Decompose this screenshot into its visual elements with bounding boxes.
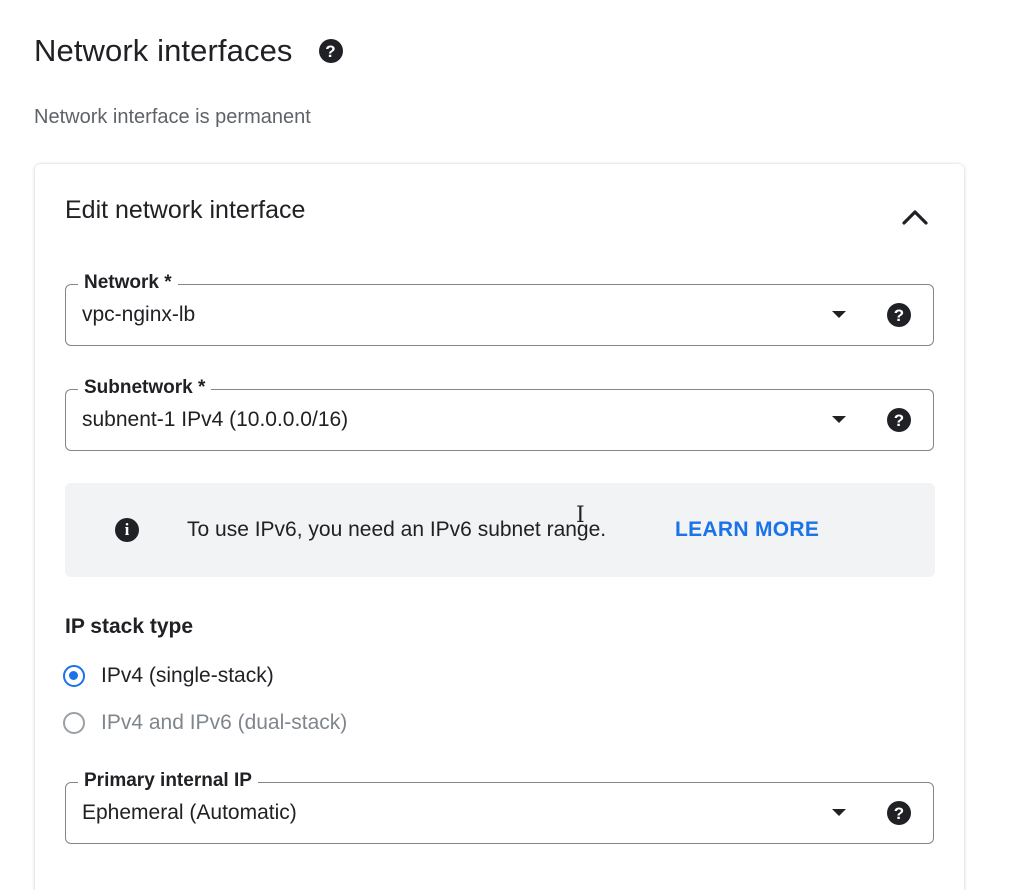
primary-ip-value: Ephemeral (Automatic) [82, 801, 297, 824]
network-label: Network * [78, 272, 178, 294]
caret-down-icon[interactable] [832, 311, 846, 318]
radio-label: IPv4 (single-stack) [101, 664, 274, 687]
collapse-button[interactable] [895, 199, 935, 235]
card-title: Edit network interface [65, 196, 306, 224]
text-cursor-icon: I [576, 503, 585, 528]
network-value: vpc-nginx-lb [82, 303, 196, 326]
primary-ip-label: Primary internal IP [78, 770, 258, 792]
help-icon[interactable]: ? [887, 408, 911, 432]
page: Network interfaces ? Network interface i… [0, 0, 1016, 890]
radio-label: IPv4 and IPv6 (dual-stack) [101, 711, 348, 734]
caret-down-icon[interactable] [832, 416, 846, 423]
primary-internal-ip-select[interactable]: Primary internal IP Ephemeral (Automatic… [65, 770, 934, 844]
help-icon[interactable]: ? [318, 39, 343, 63]
help-icon[interactable]: ? [887, 801, 911, 825]
learn-more-link[interactable]: LEARN MORE [675, 518, 819, 542]
ipv6-info-banner: i To use IPv6, you need an IPv6 subnet r… [65, 483, 935, 577]
help-icon[interactable]: ? [887, 303, 911, 327]
radio-ipv4-single-stack[interactable]: IPv4 (single-stack) [63, 664, 274, 688]
subnetwork-label: Subnetwork * [78, 377, 212, 399]
radio-ipv4-ipv6-dual-stack[interactable]: IPv4 and IPv6 (dual-stack) [63, 711, 347, 735]
radio-button-checked[interactable] [63, 665, 85, 687]
chevron-up-icon [902, 210, 928, 225]
section-title: Network interfaces [34, 33, 293, 68]
caret-down-icon[interactable] [832, 809, 846, 816]
subnetwork-select[interactable]: Subnetwork * subnent-1 IPv4 (10.0.0.0/16… [65, 377, 934, 451]
radio-button-unchecked[interactable] [63, 712, 85, 734]
network-select[interactable]: Network * vpc-nginx-lb ? [65, 272, 934, 346]
section-header: Network interfaces ? [34, 33, 343, 69]
info-icon: i [115, 518, 139, 542]
section-subtitle: Network interface is permanent [34, 106, 311, 128]
subnetwork-value: subnent-1 IPv4 (10.0.0.0/16) [82, 408, 349, 431]
ip-stack-type-label: IP stack type [65, 615, 194, 638]
info-text: To use IPv6, you need an IPv6 subnet ran… [187, 518, 607, 541]
network-interface-card: Edit network interface Network * vpc-ngi… [35, 164, 964, 890]
